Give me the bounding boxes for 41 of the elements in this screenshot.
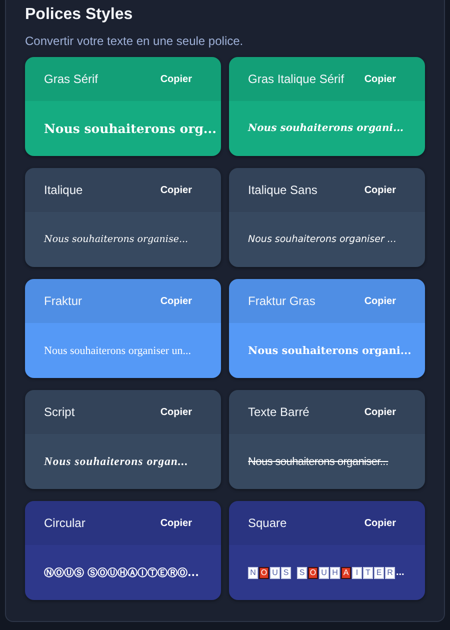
font-name: Circular xyxy=(44,516,86,530)
font-name: Square xyxy=(248,516,287,530)
squared-letter: I xyxy=(352,566,362,578)
squared-letter: A xyxy=(341,566,351,578)
sample-text: Nous souhaiterons org... xyxy=(44,121,216,136)
sample-text: Nous souhaiterons organi... xyxy=(248,344,412,356)
sample-text: Nous souhaiterons organise... xyxy=(44,234,188,245)
copy-button[interactable]: Copier xyxy=(160,518,192,528)
squared-letter: R xyxy=(385,566,395,578)
font-name: Fraktur Gras xyxy=(248,294,316,308)
font-name: Gras Sérif xyxy=(44,72,98,86)
font-name: Gras Italique Sérif xyxy=(248,72,344,86)
sample-text: Nous souhaiterons organ... xyxy=(44,456,188,468)
font-name: Fraktur xyxy=(44,294,82,308)
squared-letter: T xyxy=(363,566,373,578)
sample-text: Nous souhaiterons organiser... xyxy=(248,456,388,468)
ellipsis: ... xyxy=(396,567,404,578)
squared-letter: U xyxy=(319,566,329,578)
squared-letter: E xyxy=(374,566,384,578)
font-name: Italique xyxy=(44,183,83,197)
sample-text: Nous souhaiterons organiser ... xyxy=(248,234,396,245)
copy-button[interactable]: Copier xyxy=(364,518,396,528)
squared-letter: S xyxy=(281,566,291,578)
squared-letter: S xyxy=(297,566,307,578)
sample-text: ⓃⓄⓊⓈ ⓈⓄⓊⒽⒶⒾⓉⒺⓇⓄ... xyxy=(44,566,199,580)
squared-letter: U xyxy=(270,566,280,578)
copy-button[interactable]: Copier xyxy=(160,406,192,418)
panel-subtitle: Convertir votre texte en une seule police. xyxy=(25,34,244,48)
font-name: Script xyxy=(44,405,75,419)
copy-button[interactable]: Copier xyxy=(160,184,192,196)
font-name: Texte Barré xyxy=(248,405,310,419)
sample-text: Nous souhaiterons organi... xyxy=(248,123,404,134)
copy-button[interactable]: Copier xyxy=(364,184,396,196)
squared-letter: N xyxy=(248,566,258,578)
squared-letter: O xyxy=(259,566,269,578)
font-name: Italique Sans xyxy=(248,183,318,197)
squared-letter: H xyxy=(330,566,340,578)
sample-text: Nous souhaiterons organiser un... xyxy=(44,344,192,356)
copy-button[interactable]: Copier xyxy=(364,406,396,418)
panel-title: Polices Styles xyxy=(25,6,134,24)
squared-letter: O xyxy=(308,566,318,578)
